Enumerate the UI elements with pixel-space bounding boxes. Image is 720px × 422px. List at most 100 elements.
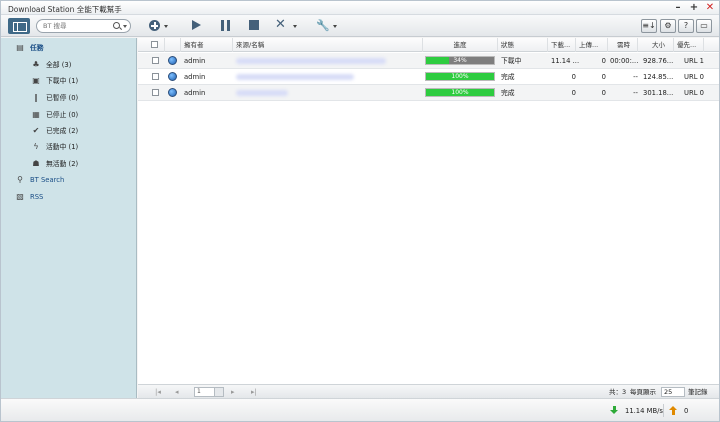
pause-icon[interactable] (221, 20, 230, 31)
header-progress[interactable]: 進度 (423, 38, 498, 52)
table-row[interactable]: admin 100% 完成 0 0 -- 124.85... URL 0 (138, 69, 719, 85)
sidebar-item-label: 任務 (30, 44, 44, 52)
header-select[interactable] (138, 38, 165, 52)
start-icon[interactable] (192, 20, 201, 30)
header-status[interactable]: 狀態 (498, 38, 548, 52)
maximize-button[interactable]: + (689, 2, 699, 13)
select-all-checkbox[interactable] (151, 41, 158, 48)
all-users-icon: ♣ (32, 60, 40, 69)
title-bar: Download Station 全能下載幫手 – + ✕ (1, 1, 719, 15)
progress-bar: 100% (425, 88, 495, 97)
sidebar-item-tasks[interactable]: ▤ 任務 (1, 41, 137, 55)
header-owner[interactable]: 擁有者 (181, 38, 233, 52)
minimize-button[interactable]: – (673, 2, 683, 13)
size-cell: 301.18... (643, 89, 674, 97)
owner-cell: admin (184, 57, 206, 65)
source-name-redacted (236, 90, 288, 96)
priority-cell: URL 0 (684, 89, 704, 97)
sidebar-item-label: 全部 (3) (46, 61, 72, 69)
header-priority[interactable]: 優先... (674, 38, 704, 52)
upload-speed-total: 0 (684, 407, 689, 415)
per-page-label: 每頁顯示 (630, 388, 656, 396)
size-cell: 124.85... (643, 73, 674, 81)
per-page-select[interactable]: 25 (661, 387, 685, 397)
header-eta[interactable]: 需時 (608, 38, 638, 52)
upload-arrow-icon (669, 406, 678, 416)
next-page-icon[interactable]: ▸ (231, 387, 235, 397)
sort-button[interactable]: ≡↓ (641, 19, 657, 33)
table-row[interactable]: admin 100% 完成 0 0 -- 301.18... URL 0 (138, 85, 719, 101)
gear-button[interactable]: ⚙ (660, 19, 676, 33)
header-menu[interactable] (704, 38, 719, 52)
wrench-icon[interactable]: 🔧 (316, 19, 330, 33)
rss-icon: ▧ (16, 192, 24, 201)
prev-page-icon[interactable]: ◂ (175, 387, 179, 397)
close-button[interactable]: ✕ (705, 2, 715, 13)
eta-cell: -- (633, 73, 638, 81)
panel-button[interactable]: ▭ (696, 19, 712, 33)
table-row[interactable]: admin 34% 下載中 11.14 ... 0 00:00:... 928.… (138, 53, 719, 69)
progress-label: 100% (451, 89, 469, 96)
header-source[interactable]: 來源/名稱 (233, 38, 423, 52)
status-bar: 11.14 MB/s 0 (1, 398, 719, 421)
priority-cell: URL 1 (684, 57, 704, 65)
download-speed-total: 11.14 MB/s (625, 407, 663, 415)
paused-icon: ‖ (34, 93, 38, 102)
last-page-icon[interactable]: ▸| (251, 387, 257, 397)
sidebar-item-rss[interactable]: ▧ RSS (1, 190, 137, 204)
eta-cell: -- (633, 89, 638, 97)
sidebar-item-inactive[interactable]: ☗ 無活動 (2) (1, 157, 137, 171)
sidebar-item-completed[interactable]: ✔ 已完成 (2) (1, 124, 137, 138)
sidebar-item-downloading[interactable]: ▣ 下載中 (1) (1, 74, 137, 88)
page-select-dropdown[interactable] (214, 387, 224, 397)
progress-label: 34% (453, 57, 467, 64)
window-title: Download Station 全能下載幫手 (8, 5, 122, 14)
header-size[interactable]: 大小 (638, 38, 674, 52)
add-task-icon[interactable] (149, 20, 160, 31)
download-speed-cell: 11.14 ... (551, 57, 580, 65)
sidebar-item-active[interactable]: ϟ 活動中 (1) (1, 140, 137, 154)
status-cell: 下載中 (501, 57, 522, 65)
app-window: Download Station 全能下載幫手 – + ✕ ✕ 🔧 ≡↓ ⚙ ?… (0, 0, 720, 422)
header-download-speed[interactable]: 下載... (548, 38, 576, 52)
task-table: 擁有者 來源/名稱 進度 狀態 下載... 上傳... 需時 大小 優先... … (138, 38, 719, 384)
progress-bar: 34% (425, 56, 495, 65)
stop-icon[interactable] (249, 20, 259, 30)
globe-icon (168, 88, 177, 97)
clipboard-icon: ▤ (16, 43, 24, 52)
eta-cell: 00:00:... (610, 57, 638, 65)
bt-search-box[interactable] (36, 19, 131, 33)
first-page-icon[interactable]: |◂ (155, 387, 161, 397)
table-header: 擁有者 來源/名稱 進度 狀態 下載... 上傳... 需時 大小 優先... (138, 38, 719, 52)
sidebar-item-label: RSS (30, 193, 44, 201)
view-toggle-button[interactable] (8, 18, 30, 34)
owner-cell: admin (184, 89, 206, 97)
check-icon: ✔ (32, 126, 40, 135)
help-button[interactable]: ? (678, 19, 694, 33)
remove-dropdown-icon[interactable] (293, 25, 297, 28)
active-icon: ϟ (33, 142, 39, 151)
row-checkbox[interactable] (152, 73, 159, 80)
bt-search-input[interactable] (43, 21, 111, 31)
pagination-bar: |◂ ◂ 1 ▸ ▸| 共：3 每頁顯示 25 筆記錄 (138, 384, 719, 398)
sidebar-item-all[interactable]: ♣ 全部 (3) (1, 58, 137, 72)
records-label: 筆記錄 (688, 388, 708, 396)
search-icon[interactable] (113, 22, 120, 29)
chevron-down-icon[interactable] (123, 25, 127, 28)
sidebar-item-label: 下載中 (1) (46, 77, 79, 85)
sidebar-item-label: 已暫停 (0) (46, 94, 79, 102)
remove-icon[interactable]: ✕ (275, 18, 286, 32)
download-speed-cell: 0 (571, 89, 576, 97)
upload-speed-cell: 0 (601, 89, 606, 97)
search-icon: ⚲ (17, 175, 23, 184)
add-dropdown-icon[interactable] (164, 25, 168, 28)
globe-icon (168, 56, 177, 65)
row-checkbox[interactable] (152, 89, 159, 96)
sidebar-item-paused[interactable]: ‖ 已暫停 (0) (1, 91, 137, 105)
row-checkbox[interactable] (152, 57, 159, 64)
header-type (165, 38, 181, 52)
settings-dropdown-icon[interactable] (333, 25, 337, 28)
sidebar-item-stopped[interactable]: ▦ 已停止 (0) (1, 108, 137, 122)
sidebar-item-bt-search[interactable]: ⚲ BT Search (1, 173, 137, 187)
header-upload-speed[interactable]: 上傳... (576, 38, 608, 52)
